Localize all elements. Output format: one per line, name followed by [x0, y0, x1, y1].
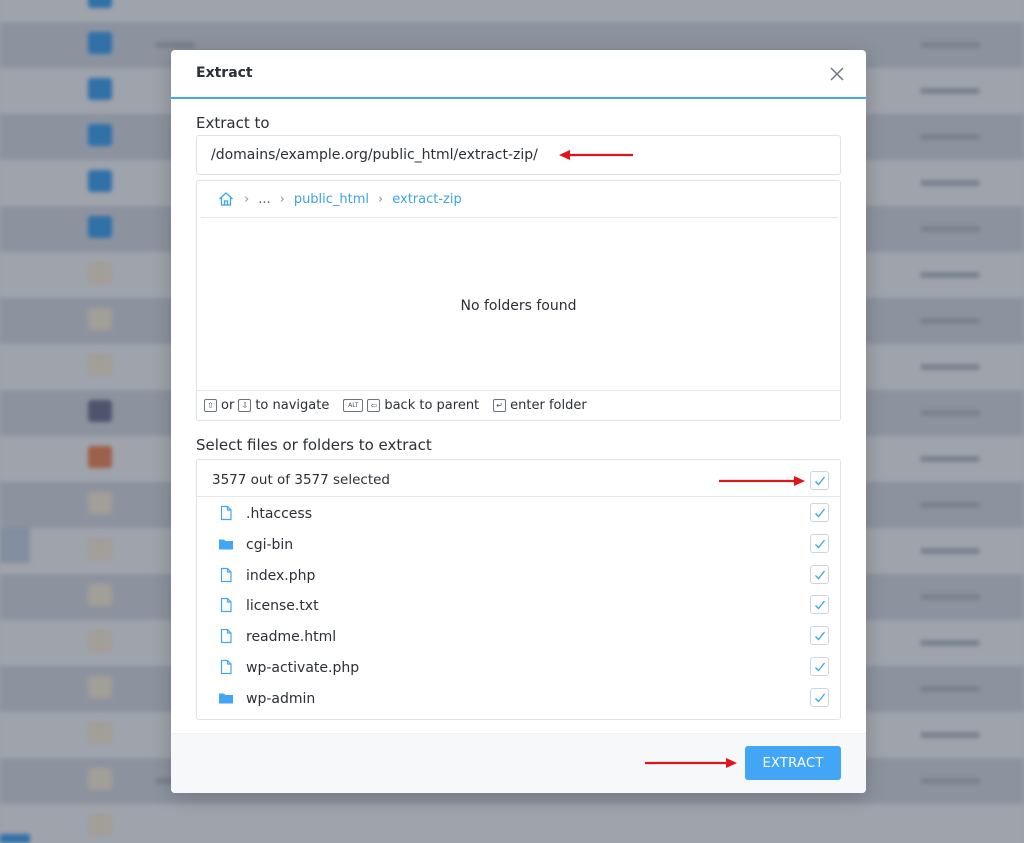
- file-icon: [218, 659, 234, 675]
- file-icon: [218, 567, 234, 583]
- extract-path-input[interactable]: [196, 135, 841, 175]
- chevron-right-icon: ›: [378, 191, 384, 207]
- file-checkbox[interactable]: [810, 687, 829, 707]
- enter-key-icon: ↵: [493, 399, 507, 412]
- file-icon: [218, 628, 234, 644]
- file-name: readme.html: [246, 629, 337, 646]
- file-list-item[interactable]: license.txt: [197, 590, 840, 621]
- dialog-header: Extract: [171, 50, 866, 99]
- file-name: cgi-bin: [246, 536, 294, 553]
- file-name: .htaccess: [246, 506, 312, 522]
- hint-back: back to parent: [384, 398, 480, 413]
- file-checkbox[interactable]: [810, 657, 829, 676]
- file-selection-list: 3577 out of 3577 selected .htaccess cgi-b…: [196, 459, 841, 720]
- folder-icon: [218, 536, 234, 552]
- file-checkbox[interactable]: [810, 533, 829, 553]
- hint-or: or: [221, 398, 235, 413]
- breadcrumb: › ... › public_html › extract-zip: [201, 181, 838, 218]
- arrow-left-key-icon: ⇦: [367, 399, 381, 412]
- file-checkbox[interactable]: [810, 595, 829, 615]
- extract-dialog: Extract Extract to › ... › public_html ›…: [171, 50, 866, 793]
- annotation-arrow-right-icon: [719, 476, 805, 486]
- keyboard-hints: ⇧ or ⇩ to navigate ALT ⇦ back to parent …: [197, 390, 840, 420]
- home-icon[interactable]: [217, 190, 235, 208]
- file-name: wp-admin: [246, 690, 316, 707]
- select-all-checkbox[interactable]: [810, 471, 829, 490]
- dialog-title: Extract: [196, 65, 253, 81]
- alt-key-icon: ALT: [343, 399, 364, 412]
- file-list-item[interactable]: readme.html: [197, 621, 840, 652]
- file-list-item[interactable]: wp-admin: [197, 683, 840, 714]
- hint-enter: enter folder: [510, 398, 587, 413]
- file-list-item[interactable]: index.php: [197, 560, 840, 591]
- file-checkbox[interactable]: [810, 503, 829, 522]
- annotation-arrow-left-icon: [559, 150, 633, 160]
- extract-button[interactable]: EXTRACT: [745, 746, 841, 780]
- breadcrumb-extract-zip[interactable]: extract-zip: [392, 192, 462, 207]
- file-list-item[interactable]: cgi-bin: [197, 529, 840, 560]
- annotation-arrow-right-icon: [645, 758, 737, 768]
- breadcrumb-ellipsis[interactable]: ...: [258, 192, 270, 207]
- chevron-right-icon: ›: [244, 191, 250, 207]
- folder-browser: › ... › public_html › extract-zip No fol…: [196, 180, 841, 421]
- file-name: license.txt: [246, 598, 319, 615]
- chevron-right-icon: ›: [279, 191, 285, 207]
- arrow-up-key-icon: ⇧: [204, 399, 217, 412]
- file-list-item[interactable]: wp-activate.php: [197, 652, 840, 683]
- dialog-footer: EXTRACT: [171, 733, 866, 793]
- file-checkbox[interactable]: [810, 564, 829, 584]
- close-icon[interactable]: [829, 66, 845, 82]
- file-name: wp-activate.php: [246, 660, 360, 676]
- selected-count: 3577 out of 3577 selected: [212, 472, 390, 488]
- empty-folders-message: No folders found: [460, 298, 577, 314]
- file-list-item[interactable]: .htaccess: [197, 498, 840, 529]
- select-files-label: Select files or folders to extract: [196, 436, 432, 454]
- file-icon: [218, 505, 234, 521]
- folder-icon: [218, 690, 234, 706]
- file-name: index.php: [246, 567, 316, 584]
- breadcrumb-public-html[interactable]: public_html: [294, 192, 369, 207]
- file-checkbox[interactable]: [810, 626, 829, 646]
- file-icon: [218, 597, 234, 613]
- extract-to-label: Extract to: [196, 114, 270, 132]
- hint-navigate: to navigate: [255, 398, 330, 413]
- arrow-down-key-icon: ⇩: [238, 399, 252, 412]
